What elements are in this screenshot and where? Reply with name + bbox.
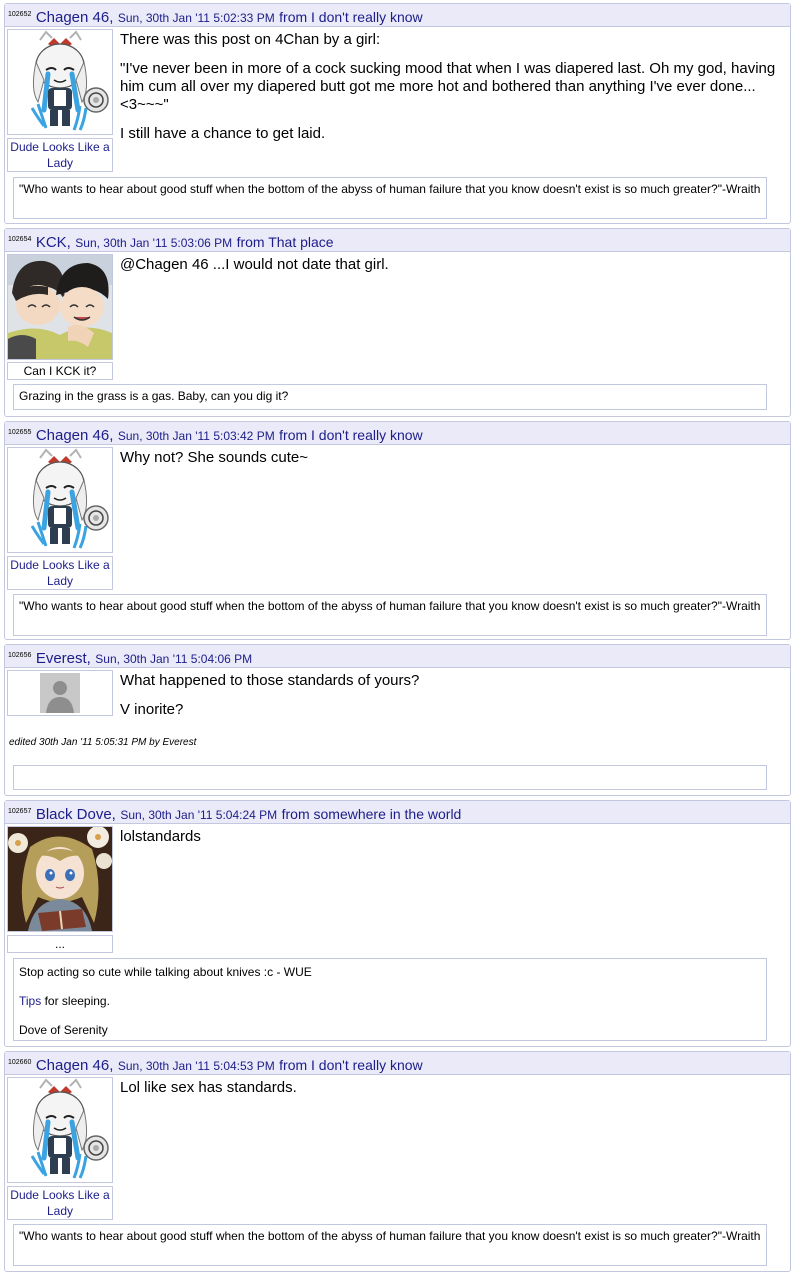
message-paragraph: "I've never been in more of a cock sucki… <box>120 60 776 113</box>
chibi-avatar-image <box>8 30 112 134</box>
author-name[interactable]: Chagen 46, <box>36 427 114 444</box>
avatar-caption: Can I KCK it? <box>7 362 113 380</box>
avatar-caption: Dude Looks Like a Lady <box>7 556 113 590</box>
avatar[interactable] <box>7 254 113 360</box>
post-number[interactable]: 102654 <box>8 236 31 243</box>
avatar[interactable] <box>7 826 113 932</box>
signature-line: Grazing in the grass is a gas. Baby, can… <box>19 389 289 403</box>
message-paragraph: Lol like sex has standards. <box>120 1079 297 1096</box>
chibi-avatar-image <box>8 1078 112 1182</box>
author-location: from I don't really know <box>279 1057 423 1073</box>
post: 102652 Chagen 46, Sun, 30th Jan '11 5:02… <box>4 3 791 224</box>
signature-line: "Who wants to hear about good stuff when… <box>19 599 761 613</box>
post-date: Sun, 30th Jan '11 5:04:53 PM <box>117 1059 275 1073</box>
post-message: What happened to those standards of your… <box>120 672 780 730</box>
avatar[interactable] <box>7 447 113 553</box>
anime-pair-avatar-image <box>8 255 112 359</box>
post-header: 102657 Black Dove, Sun, 30th Jan '11 5:0… <box>5 801 790 824</box>
avatar-caption: Dude Looks Like a Lady <box>7 1186 113 1220</box>
avatar[interactable] <box>7 1077 113 1183</box>
avatar-caption: ... <box>7 935 113 953</box>
author-location: from I don't really know <box>279 9 423 25</box>
post-number[interactable]: 102657 <box>8 808 31 815</box>
author-location: from I don't really know <box>279 427 423 443</box>
post: 102656 Everest, Sun, 30th Jan '11 5:04:0… <box>4 644 791 796</box>
post-message: @Chagen 46 ...I would not date that girl… <box>120 256 780 285</box>
post-number[interactable]: 102652 <box>8 11 31 18</box>
signature-line: "Who wants to hear about good stuff when… <box>19 182 761 196</box>
message-paragraph: What happened to those standards of your… <box>120 672 420 689</box>
anime-girl-book-avatar-image <box>8 827 112 931</box>
post-number[interactable]: 102660 <box>8 1059 31 1066</box>
post-message: lolstandards <box>120 828 780 857</box>
post: 102654 KCK, Sun, 30th Jan '11 5:03:06 PM… <box>4 228 791 417</box>
author-location: from somewhere in the world <box>281 806 462 822</box>
message-paragraph: lolstandards <box>120 828 201 845</box>
post-header: 102655 Chagen 46, Sun, 30th Jan '11 5:03… <box>5 422 790 445</box>
signature: Grazing in the grass is a gas. Baby, can… <box>13 384 767 410</box>
post-number[interactable]: 102655 <box>8 429 31 436</box>
author-name[interactable]: Everest, <box>36 650 91 667</box>
post-message: Lol like sex has standards. <box>120 1079 780 1108</box>
post-date: Sun, 30th Jan '11 5:02:33 PM <box>117 11 275 25</box>
avatar[interactable] <box>7 29 113 135</box>
signature-line: "Who wants to hear about good stuff when… <box>19 1229 761 1243</box>
post-header: 102652 Chagen 46, Sun, 30th Jan '11 5:02… <box>5 4 790 27</box>
signature-line: Tips for sleeping. <box>19 993 761 1009</box>
chibi-avatar-image <box>8 448 112 552</box>
post-number[interactable]: 102656 <box>8 652 31 659</box>
tips-link[interactable]: Tips <box>19 994 41 1008</box>
avatar[interactable] <box>7 670 113 716</box>
signature: "Who wants to hear about good stuff when… <box>13 594 767 636</box>
post-date: Sun, 30th Jan '11 5:03:06 PM <box>75 236 233 250</box>
signature-line: Dove of Serenity <box>19 1023 108 1037</box>
author-name[interactable]: Chagen 46, <box>36 9 114 26</box>
post-header: 102654 KCK, Sun, 30th Jan '11 5:03:06 PM… <box>5 229 790 252</box>
signature: Stop acting so cute while talking about … <box>13 958 767 1041</box>
signature <box>13 765 767 790</box>
post-header: 102656 Everest, Sun, 30th Jan '11 5:04:0… <box>5 645 790 668</box>
avatar-caption: Dude Looks Like a Lady <box>7 138 113 172</box>
post-date: Sun, 30th Jan '11 5:04:06 PM <box>95 652 253 666</box>
message-paragraph: Why not? She sounds cute~ <box>120 449 309 466</box>
post-date: Sun, 30th Jan '11 5:03:42 PM <box>117 429 275 443</box>
message-paragraph: V inorite? <box>120 701 184 718</box>
post: 102655 Chagen 46, Sun, 30th Jan '11 5:03… <box>4 421 791 640</box>
post: 102657 Black Dove, Sun, 30th Jan '11 5:0… <box>4 800 791 1047</box>
post: 102660 Chagen 46, Sun, 30th Jan '11 5:04… <box>4 1051 791 1272</box>
edited-note: edited 30th Jan '11 5:05:31 PM by Everes… <box>9 737 197 748</box>
author-name[interactable]: KCK, <box>36 234 71 251</box>
default-user-icon <box>40 673 80 713</box>
message-paragraph: @Chagen 46 ...I would not date that girl… <box>120 256 389 273</box>
signature-line: Stop acting so cute while talking about … <box>19 965 312 979</box>
author-name[interactable]: Black Dove, <box>36 806 116 823</box>
post-date: Sun, 30th Jan '11 5:04:24 PM <box>120 808 278 822</box>
signature-link-suffix: for sleeping. <box>41 994 110 1008</box>
post-message: There was this post on 4Chan by a girl: … <box>120 31 780 154</box>
thread: 102652 Chagen 46, Sun, 30th Jan '11 5:02… <box>4 3 791 1276</box>
post-header: 102660 Chagen 46, Sun, 30th Jan '11 5:04… <box>5 1052 790 1075</box>
post-message: Why not? She sounds cute~ <box>120 449 780 478</box>
message-paragraph: I still have a chance to get laid. <box>120 125 326 142</box>
signature: "Who wants to hear about good stuff when… <box>13 177 767 219</box>
message-paragraph: There was this post on 4Chan by a girl: <box>120 31 381 48</box>
author-location: from That place <box>236 234 334 250</box>
signature: "Who wants to hear about good stuff when… <box>13 1224 767 1266</box>
author-name[interactable]: Chagen 46, <box>36 1057 114 1074</box>
